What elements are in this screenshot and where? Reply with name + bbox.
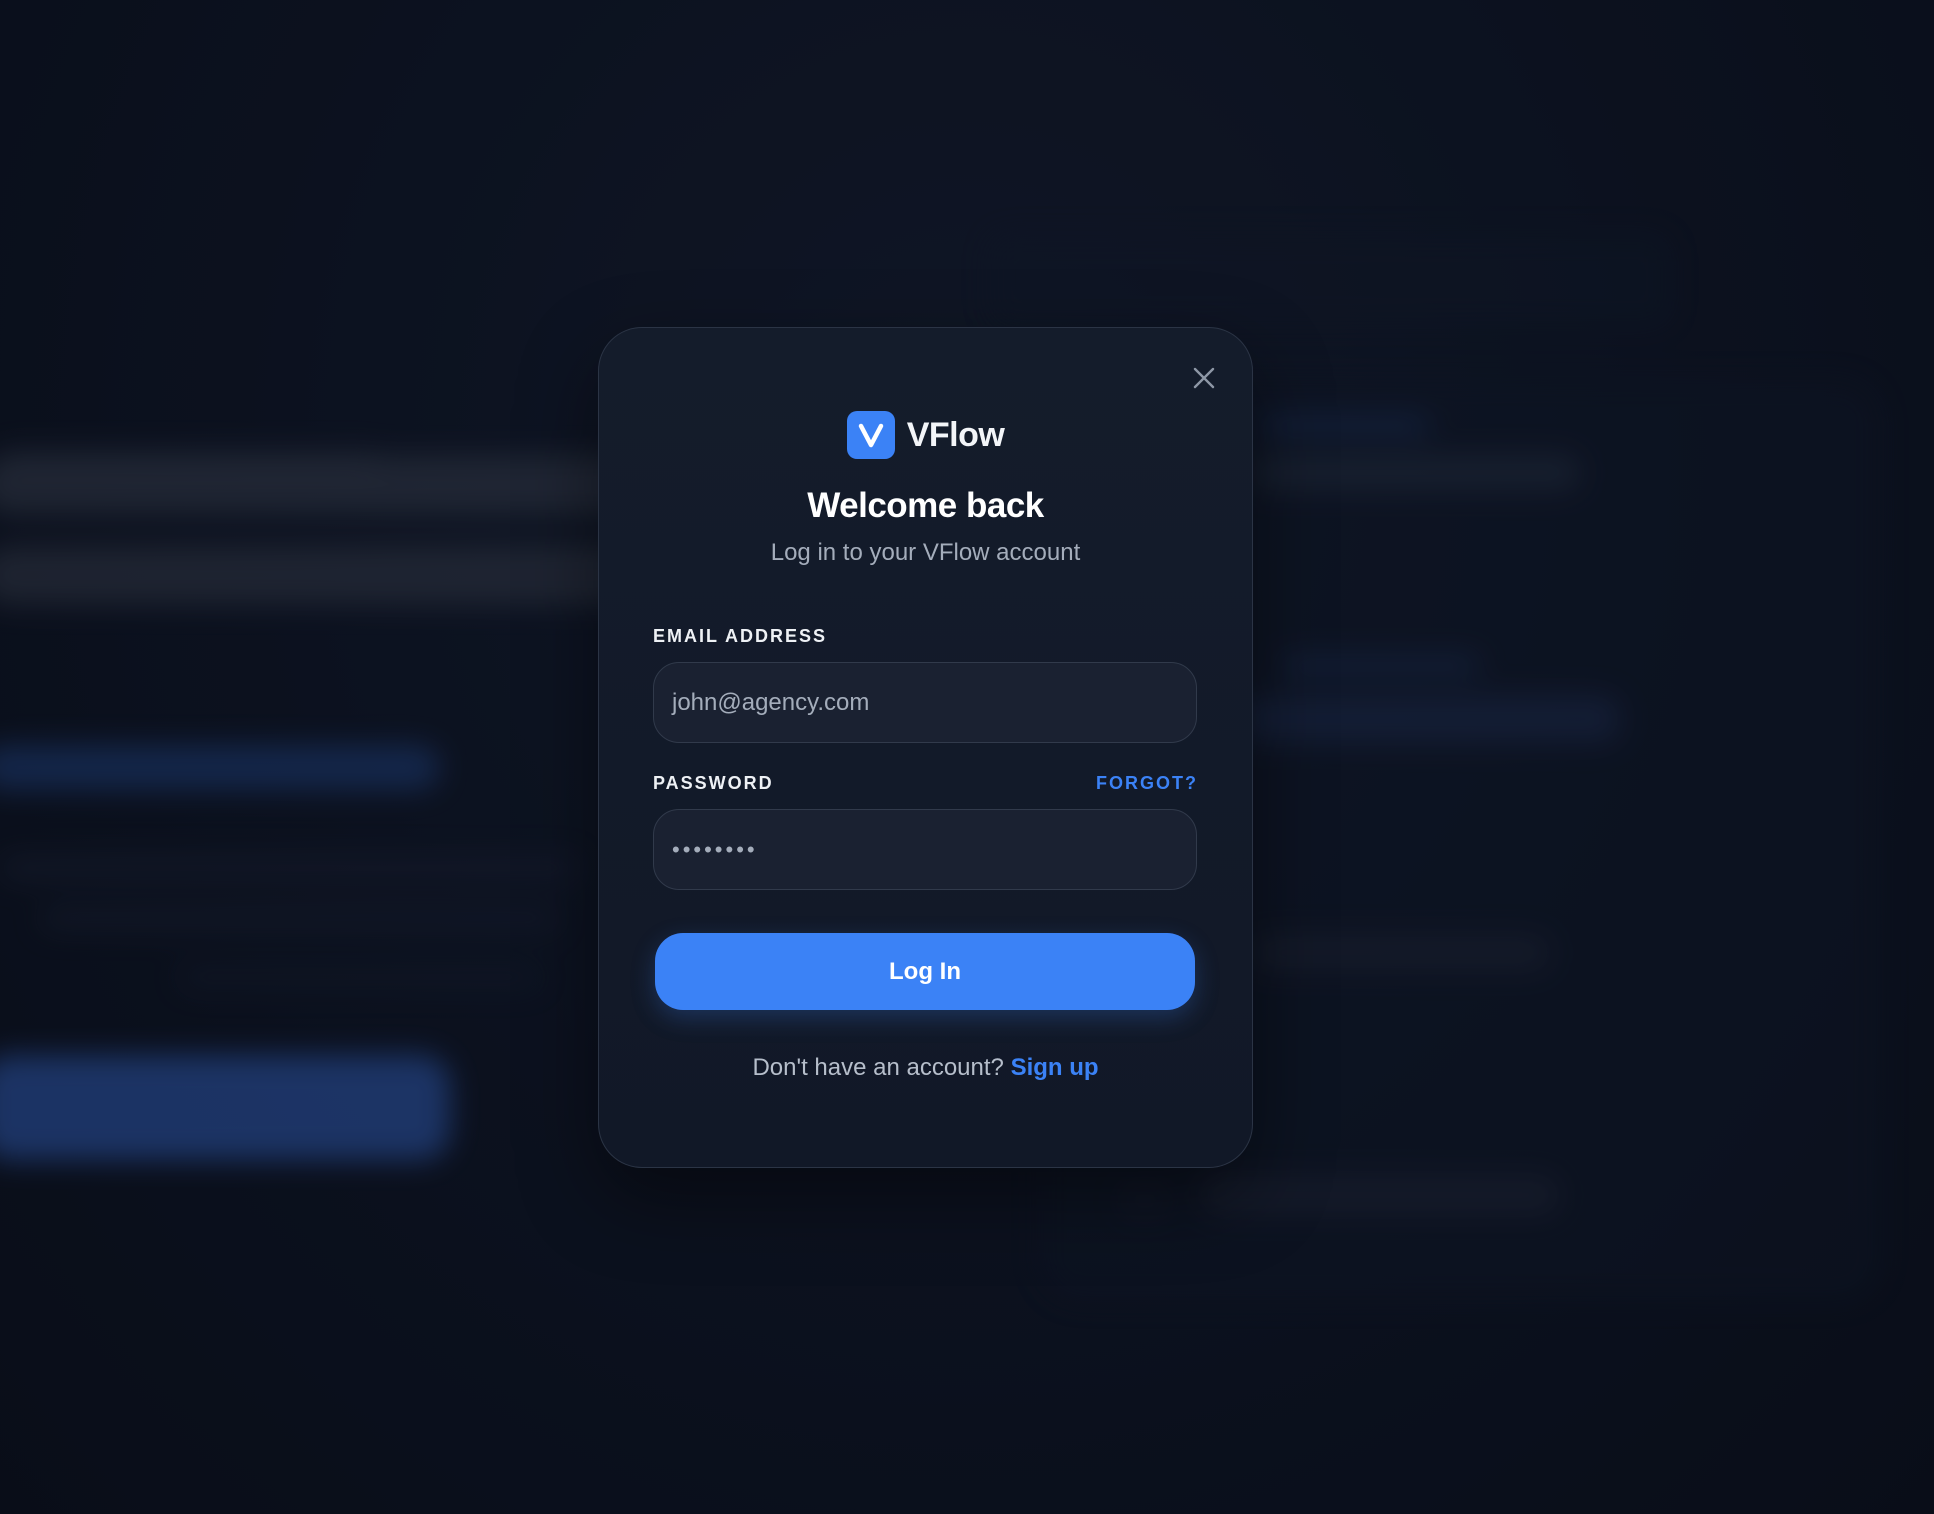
- forgot-password-link[interactable]: FORGOT?: [1096, 773, 1198, 794]
- signup-prompt-text: Don't have an account?: [752, 1054, 1004, 1081]
- signup-prompt: Don't have an account? Sign up: [599, 1054, 1252, 1082]
- v-logo-icon: [846, 411, 895, 459]
- modal-subtitle: Log in to your VFlow account: [770, 539, 1081, 566]
- modal-title: Welcome back: [807, 486, 1044, 525]
- close-icon: [1193, 367, 1215, 389]
- brand: VFlow: [599, 411, 1252, 459]
- login-modal: VFlow Welcome back Log in to your VFlow …: [598, 327, 1253, 1168]
- signup-link[interactable]: Sign up: [1011, 1054, 1099, 1081]
- screen: VFlow Welcome back Log in to your VFlow …: [0, 0, 1934, 1514]
- brand-name: VFlow: [906, 415, 1005, 454]
- password-label: PASSWORD: [653, 773, 774, 793]
- login-button[interactable]: Log In: [655, 933, 1195, 1010]
- password-field[interactable]: ••••••••: [653, 809, 1197, 890]
- close-button[interactable]: [1186, 360, 1222, 396]
- email-field[interactable]: john@agency.com: [653, 662, 1197, 743]
- email-label: EMAIL ADDRESS: [653, 626, 828, 646]
